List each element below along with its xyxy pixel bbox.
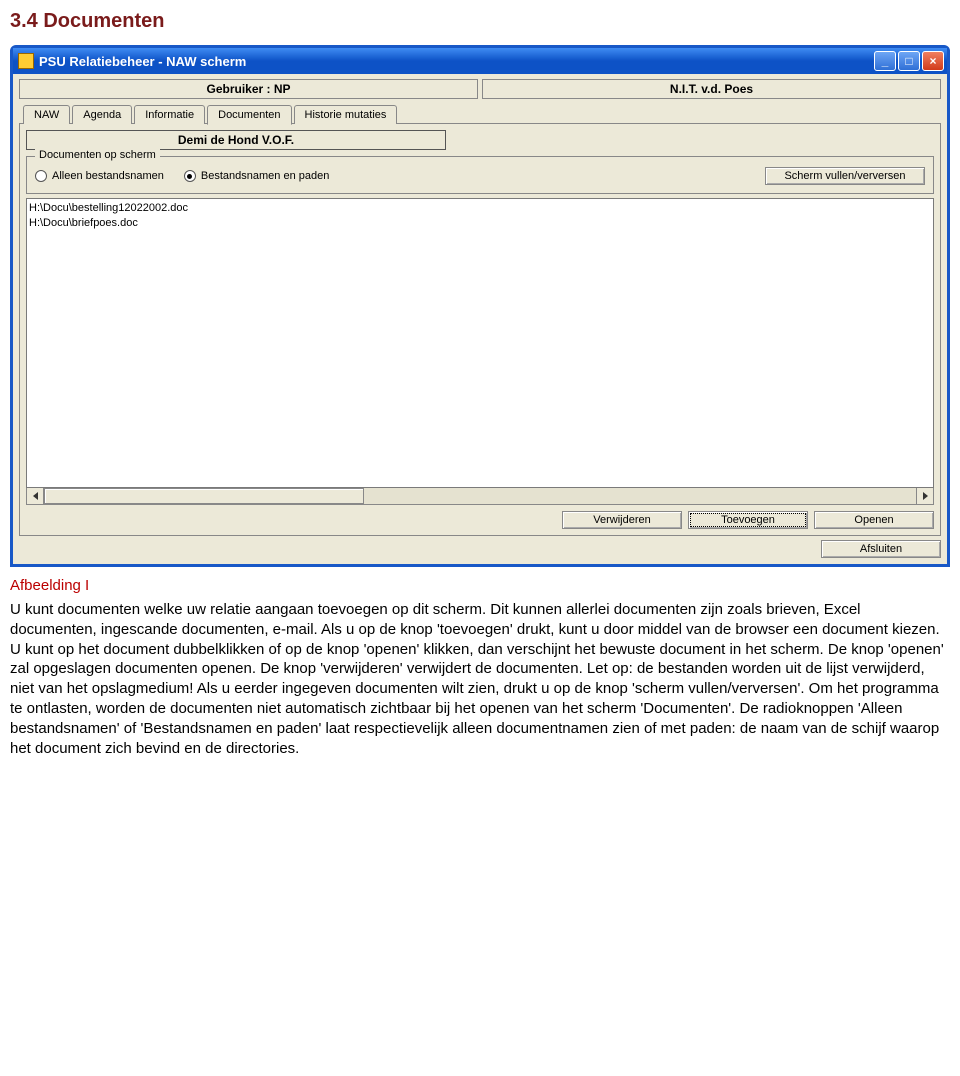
tab-pane-documenten: Demi de Hond V.O.F. Documenten op scherm…: [19, 123, 941, 536]
horizontal-scrollbar[interactable]: [26, 488, 934, 505]
close-button[interactable]: Afsluiten: [821, 540, 941, 558]
figure-caption: Afbeelding I: [10, 577, 950, 594]
relation-name-field: Demi de Hond V.O.F.: [26, 130, 446, 150]
tab-documenten[interactable]: Documenten: [207, 105, 291, 125]
tabstrip: NAW Agenda Informatie Documenten Histori…: [19, 104, 941, 124]
app-window: PSU Relatiebeheer - NAW scherm _ □ × Geb…: [10, 45, 950, 567]
tab-naw[interactable]: NAW: [23, 105, 70, 124]
tab-informatie[interactable]: Informatie: [134, 105, 205, 124]
groupbox-documenten-op-scherm: Documenten op scherm Alleen bestandsname…: [26, 156, 934, 194]
header-user: Gebruiker : NP: [19, 79, 478, 99]
scroll-thumb[interactable]: [44, 488, 364, 504]
radio-icon: [184, 170, 196, 182]
maximize-button[interactable]: □: [898, 51, 920, 71]
header-org: N.I.T. v.d. Poes: [482, 79, 941, 99]
scroll-left-button[interactable]: [27, 488, 44, 504]
body-paragraph: U kunt documenten welke uw relatie aanga…: [10, 600, 950, 758]
list-item[interactable]: H:\Docu\bestelling12022002.doc: [29, 201, 931, 216]
tab-agenda[interactable]: Agenda: [72, 105, 132, 124]
open-button[interactable]: Openen: [814, 511, 934, 529]
section-heading: 3.4 Documenten: [10, 10, 950, 33]
radio-label: Bestandsnamen en paden: [201, 170, 329, 182]
radio-icon: [35, 170, 47, 182]
list-item[interactable]: H:\Docu\briefpoes.doc: [29, 216, 931, 231]
refresh-button[interactable]: Scherm vullen/verversen: [765, 167, 925, 185]
titlebar: PSU Relatiebeheer - NAW scherm _ □ ×: [13, 48, 947, 74]
app-icon: [18, 53, 34, 69]
radio-only-filenames[interactable]: Alleen bestandsnamen: [35, 170, 164, 182]
groupbox-legend: Documenten op scherm: [35, 149, 160, 161]
minimize-button[interactable]: _: [874, 51, 896, 71]
radio-filenames-and-paths[interactable]: Bestandsnamen en paden: [184, 170, 329, 182]
scroll-track[interactable]: [44, 488, 916, 504]
scroll-right-button[interactable]: [916, 488, 933, 504]
window-title: PSU Relatiebeheer - NAW scherm: [39, 54, 246, 69]
tab-historie[interactable]: Historie mutaties: [294, 105, 398, 124]
add-button[interactable]: Toevoegen: [688, 511, 808, 529]
delete-button[interactable]: Verwijderen: [562, 511, 682, 529]
close-window-button[interactable]: ×: [922, 51, 944, 71]
documents-listbox[interactable]: H:\Docu\bestelling12022002.doc H:\Docu\b…: [26, 198, 934, 488]
radio-label: Alleen bestandsnamen: [52, 170, 164, 182]
